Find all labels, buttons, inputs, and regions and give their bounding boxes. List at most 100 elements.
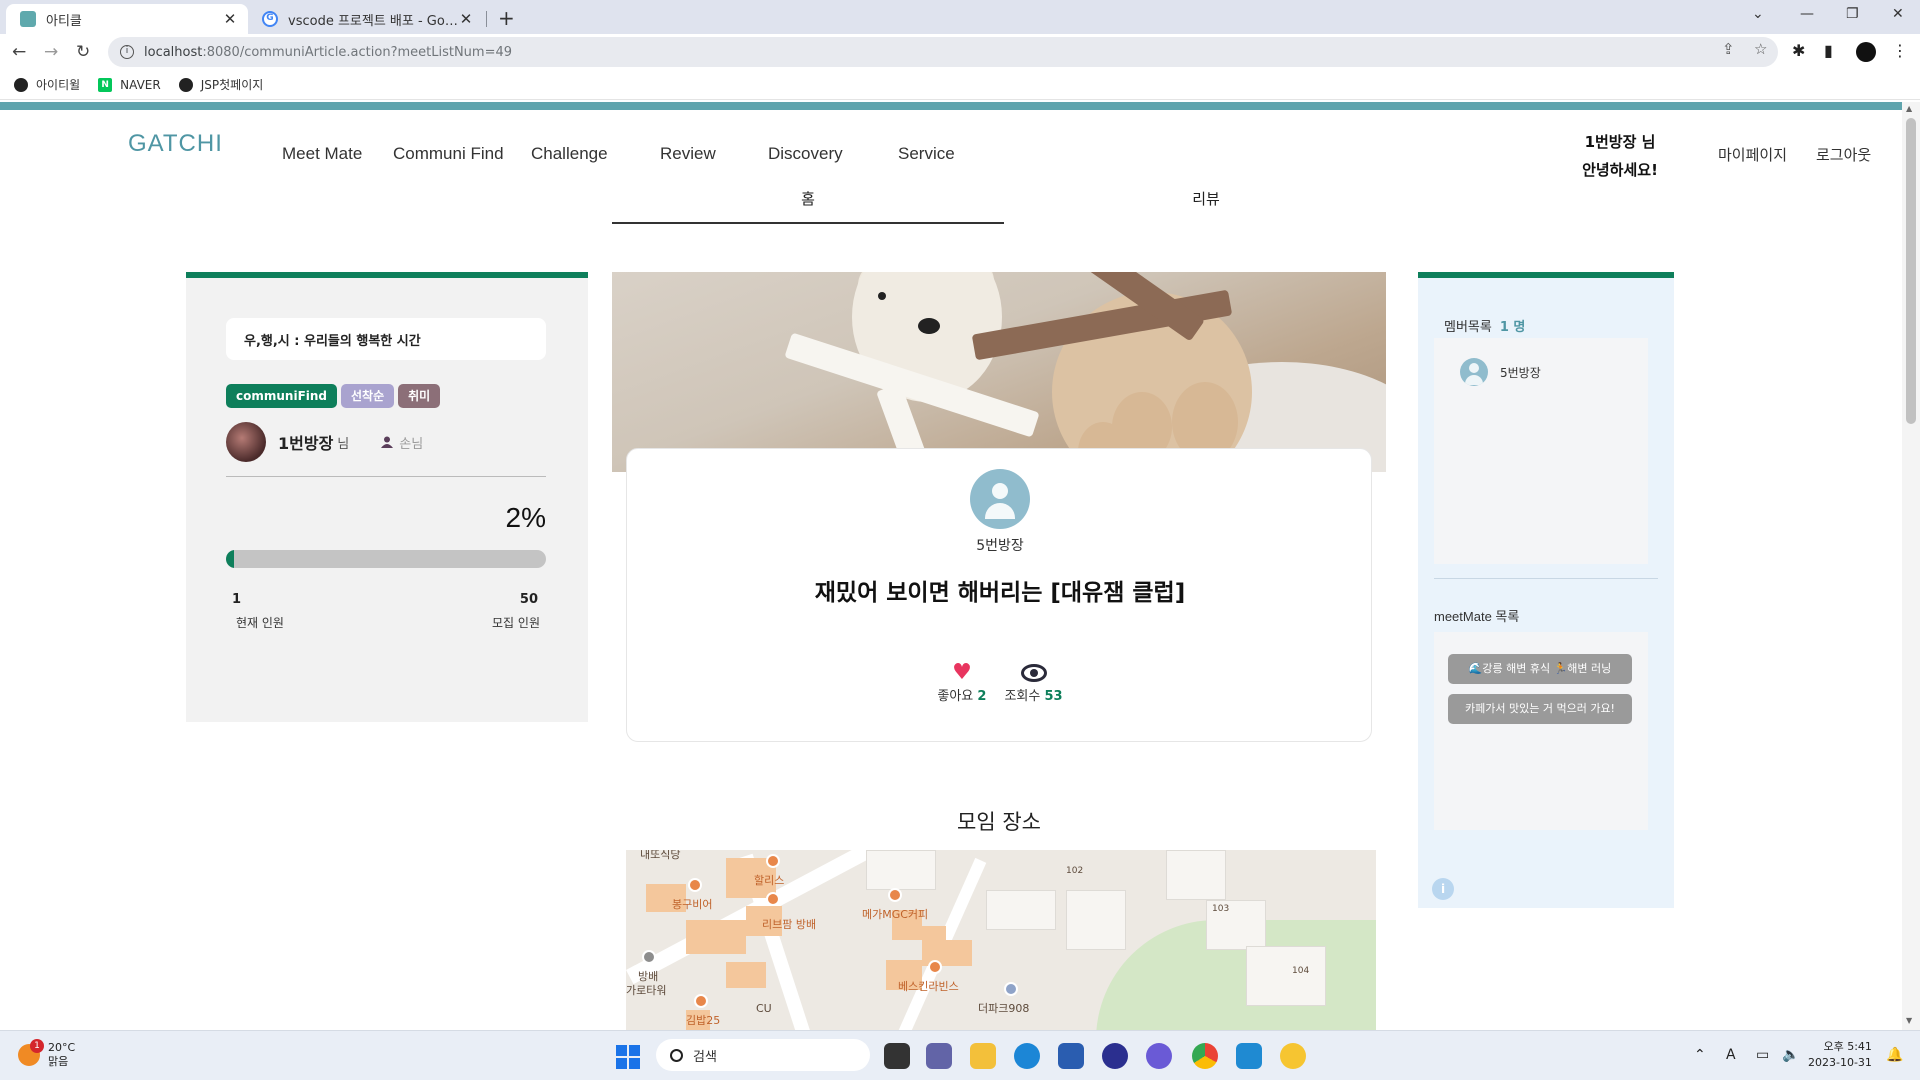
site-logo[interactable]: GATCHI <box>128 130 223 158</box>
extensions-puzzle-icon[interactable]: ✱ <box>1792 41 1805 60</box>
app-icon[interactable] <box>1146 1043 1172 1069</box>
nav-communi-find[interactable]: Communi Find <box>393 144 504 164</box>
close-window-icon[interactable]: ✕ <box>1892 6 1904 22</box>
map-label: CU <box>756 1002 772 1015</box>
mypage-link[interactable]: 마이페이지 <box>1718 144 1787 165</box>
article-info-card: 5번방장 재밌어 보이면 해버리는 [대유잼 클럽] ♥ 좋아요 2 조회수 5… <box>626 448 1372 742</box>
app-icon[interactable] <box>1280 1043 1306 1069</box>
like-count: 2 <box>977 689 987 704</box>
share-icon[interactable]: ⇪ <box>1722 40 1735 58</box>
view-stat: 조회수 53 <box>1004 661 1063 704</box>
heart-icon[interactable]: ♥ <box>952 661 972 685</box>
volume-icon[interactable]: 🔈 <box>1782 1047 1799 1063</box>
bookmark-jsp[interactable]: JSP첫페이지 <box>178 76 263 93</box>
weather-text: 20°C 맑음 <box>48 1041 75 1069</box>
group-title: 우,행,시 : 우리들의 행복한 시간 <box>226 318 546 360</box>
recruit-percent: 2% <box>505 502 546 533</box>
url-host: localhost <box>144 44 203 60</box>
ime-icon[interactable]: A <box>1726 1047 1736 1063</box>
topic-badge: 취미 <box>398 384 441 408</box>
tab-review[interactable]: 리뷰 <box>1010 188 1402 224</box>
members-heading: 멤버목록 1 명 <box>1444 316 1525 335</box>
site-info-icon[interactable]: i <box>120 45 134 59</box>
greeting-name: 1번방장 님 <box>1584 133 1656 151</box>
notification-bell-icon[interactable]: 🔔 <box>1886 1047 1903 1063</box>
map-label: 103 <box>1212 904 1230 914</box>
start-windows-icon[interactable] <box>616 1045 640 1069</box>
windows-taskbar: 1 20°C 맑음 검색 ⌃ A ▭ 🔈 오후 5:41 2023-10-31 🔔 <box>0 1030 1920 1080</box>
scroll-thumb[interactable] <box>1906 118 1916 424</box>
nav-review[interactable]: Review <box>660 144 716 164</box>
file-explorer-icon[interactable] <box>970 1043 996 1069</box>
bookmark-naver[interactable]: N NAVER <box>98 77 161 92</box>
back-arrow-icon[interactable]: ← <box>12 42 26 62</box>
view-label: 조회수 <box>1004 689 1041 704</box>
scroll-up-icon[interactable]: ▲ <box>1906 104 1912 113</box>
nav-challenge[interactable]: Challenge <box>531 144 608 164</box>
close-tab-icon[interactable]: ✕ <box>222 10 238 28</box>
browser-menu-icon[interactable]: ⋮ <box>1892 41 1908 60</box>
like-text: 좋아요 2 <box>937 685 986 704</box>
browser-tab-bar: 아티클 ✕ G vscode 프로젝트 배포 - Google ✕ + ⌄ — … <box>0 0 1920 34</box>
tab-title: vscode 프로젝트 배포 - Google <box>288 13 458 29</box>
user-greeting: 1번방장 님 안녕하세요! <box>1560 128 1680 184</box>
bookmark-itwill[interactable]: 아이티윌 <box>14 76 80 93</box>
task-view-icon[interactable] <box>884 1043 910 1069</box>
like-stat[interactable]: ♥ 좋아요 2 <box>937 661 986 705</box>
close-tab-icon[interactable]: ✕ <box>458 10 474 28</box>
browser-tab[interactable]: G vscode 프로젝트 배포 - Google ✕ <box>252 4 484 34</box>
restore-icon[interactable]: ❐ <box>1846 6 1859 22</box>
tab-home[interactable]: 홈 <box>612 188 1004 224</box>
forward-arrow-icon[interactable]: → <box>44 42 58 62</box>
like-label: 좋아요 <box>937 689 974 704</box>
tray-chevron-icon[interactable]: ⌃ <box>1694 1047 1706 1063</box>
info-icon[interactable]: i <box>1432 878 1454 900</box>
new-tab-plus-icon[interactable]: + <box>498 6 515 30</box>
logout-link[interactable]: 로그아웃 <box>1816 144 1871 165</box>
author-name: 5번방장 <box>976 538 1024 554</box>
nav-meet-mate[interactable]: Meet Mate <box>282 144 362 164</box>
tab-search-chevron-icon[interactable]: ⌄ <box>1752 6 1764 22</box>
ms-store-icon[interactable] <box>1058 1043 1084 1069</box>
meetmate-item[interactable]: 🌊강릉 해변 휴식 🏃해변 러닝 <box>1448 654 1632 684</box>
taskbar-search[interactable]: 검색 <box>656 1039 870 1071</box>
bookmark-star-icon[interactable]: ☆ <box>1754 40 1767 58</box>
browser-toolbar: ← → ↻ i localhost:8080/communiArticle.ac… <box>0 34 1920 70</box>
meeting-place-map[interactable]: 내또식당 할리스 봉구비어 리브팜 방배 메가MGC커피 방배 가로타워 베스킨… <box>626 850 1376 1030</box>
tab-divider <box>486 11 487 27</box>
map-label: 메가MGC커피 <box>862 908 929 921</box>
page-scrollbar[interactable]: ▲ ▼ <box>1902 102 1920 1030</box>
globe-icon <box>178 77 193 92</box>
minimize-icon[interactable]: — <box>1800 6 1814 22</box>
teams-chat-icon[interactable] <box>926 1043 952 1069</box>
current-count: 1 <box>232 592 242 607</box>
chrome-browser-icon[interactable] <box>1192 1043 1218 1069</box>
group-summary-card: 우,행,시 : 우리들의 행복한 시간 communiFind 선착순 취미 1… <box>186 272 588 722</box>
profile-avatar[interactable] <box>1856 42 1876 62</box>
scroll-down-icon[interactable]: ▼ <box>1906 1016 1912 1025</box>
address-bar[interactable]: i localhost:8080/communiArticle.action?m… <box>108 37 1778 67</box>
display-icon[interactable]: ▭ <box>1756 1047 1769 1063</box>
weather-sun-icon: 1 <box>18 1039 44 1066</box>
host-avatar <box>226 422 266 462</box>
clock-time: 오후 5:41 <box>1823 1040 1872 1053</box>
member-counts: 1 50 <box>232 592 538 607</box>
weather-widget[interactable]: 1 20°C 맑음 <box>18 1039 75 1069</box>
vscode-icon[interactable] <box>1236 1043 1262 1069</box>
edge-browser-icon[interactable] <box>1014 1043 1040 1069</box>
system-clock[interactable]: 오후 5:41 2023-10-31 <box>1808 1039 1872 1071</box>
nav-discovery[interactable]: Discovery <box>768 144 843 164</box>
join-type-badge: 선착순 <box>341 384 395 408</box>
browser-tab-active[interactable]: 아티클 ✕ <box>6 4 248 34</box>
max-label: 모집 인원 <box>492 616 540 630</box>
member-item[interactable]: 5번방장 <box>1460 358 1541 386</box>
app-icon[interactable] <box>1102 1043 1128 1069</box>
side-panel-icon[interactable]: ▮ <box>1824 41 1833 60</box>
nav-service[interactable]: Service <box>898 144 955 164</box>
reload-icon[interactable]: ↻ <box>76 42 90 62</box>
map-label: 봉구비어 <box>672 898 713 911</box>
naver-icon: N <box>98 77 113 92</box>
meetmate-item[interactable]: 카페가서 맛있는 거 먹으러 가요! <box>1448 694 1632 724</box>
map-label: 리브팜 방배 <box>762 918 817 931</box>
member-name: 5번방장 <box>1500 365 1541 380</box>
